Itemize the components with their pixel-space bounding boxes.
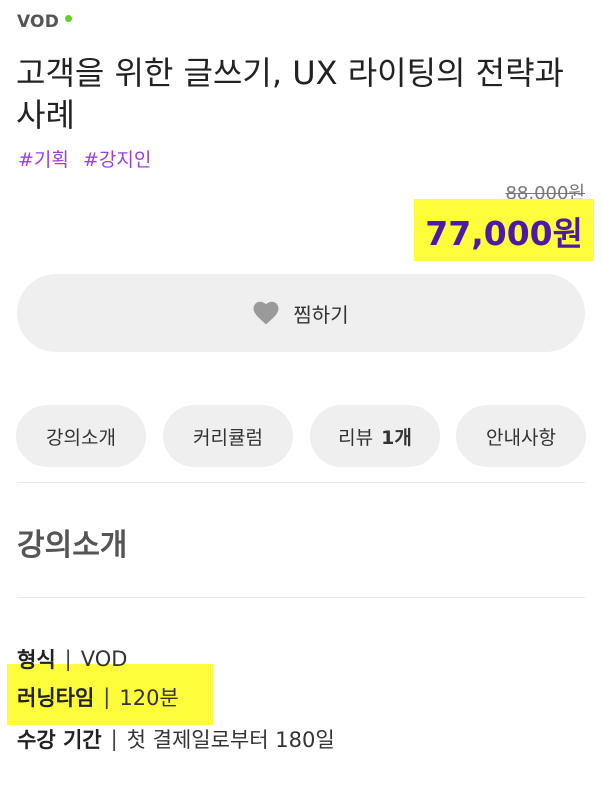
tab-intro[interactable]: 강의소개	[16, 405, 146, 467]
info-value: 첫 결제일로부터 180일	[126, 728, 335, 752]
tag-list: #기획 #강지인	[18, 145, 159, 172]
tag-link[interactable]: #기획	[18, 149, 69, 171]
info-row-format: 형식 | VOD	[17, 644, 127, 674]
info-value: VOD	[80, 647, 128, 671]
format-badge: VOD	[17, 12, 60, 32]
tab-notice[interactable]: 안내사항	[456, 405, 586, 467]
info-key: 러닝타임	[17, 686, 95, 710]
divider	[17, 597, 585, 598]
info-value: 120분	[119, 686, 179, 710]
course-title: 고객을 위한 글쓰기, UX 라이팅의 전략과 사례	[16, 54, 564, 134]
info-key: 수강 기간	[17, 728, 102, 752]
sale-price: 77,000원	[425, 214, 583, 253]
review-count: 1개	[381, 426, 412, 449]
live-dot-icon	[65, 14, 73, 22]
heart-icon	[253, 301, 279, 325]
info-row-running-time: 러닝타임 | 120분	[17, 682, 179, 712]
separator: |	[103, 685, 111, 709]
tab-reviews[interactable]: 리뷰 1개	[310, 405, 440, 467]
separator: |	[110, 727, 118, 751]
tag-link[interactable]: #강지인	[83, 149, 151, 171]
tab-label: 리뷰	[338, 426, 374, 449]
separator: |	[64, 647, 72, 671]
tab-label: 안내사항	[486, 426, 556, 449]
section-title: 강의소개	[17, 528, 128, 563]
format-badge-row: VOD	[17, 12, 73, 32]
tab-label: 커리큘럼	[193, 426, 263, 449]
tab-curriculum[interactable]: 커리큘럼	[163, 405, 293, 467]
wishlist-label: 찜하기	[293, 304, 349, 327]
tab-label: 강의소개	[46, 426, 116, 449]
divider	[17, 482, 585, 483]
wishlist-button[interactable]: 찜하기	[17, 274, 585, 352]
info-row-access-period: 수강 기간 | 첫 결제일로부터 180일	[17, 724, 335, 754]
info-key: 형식	[17, 648, 56, 672]
